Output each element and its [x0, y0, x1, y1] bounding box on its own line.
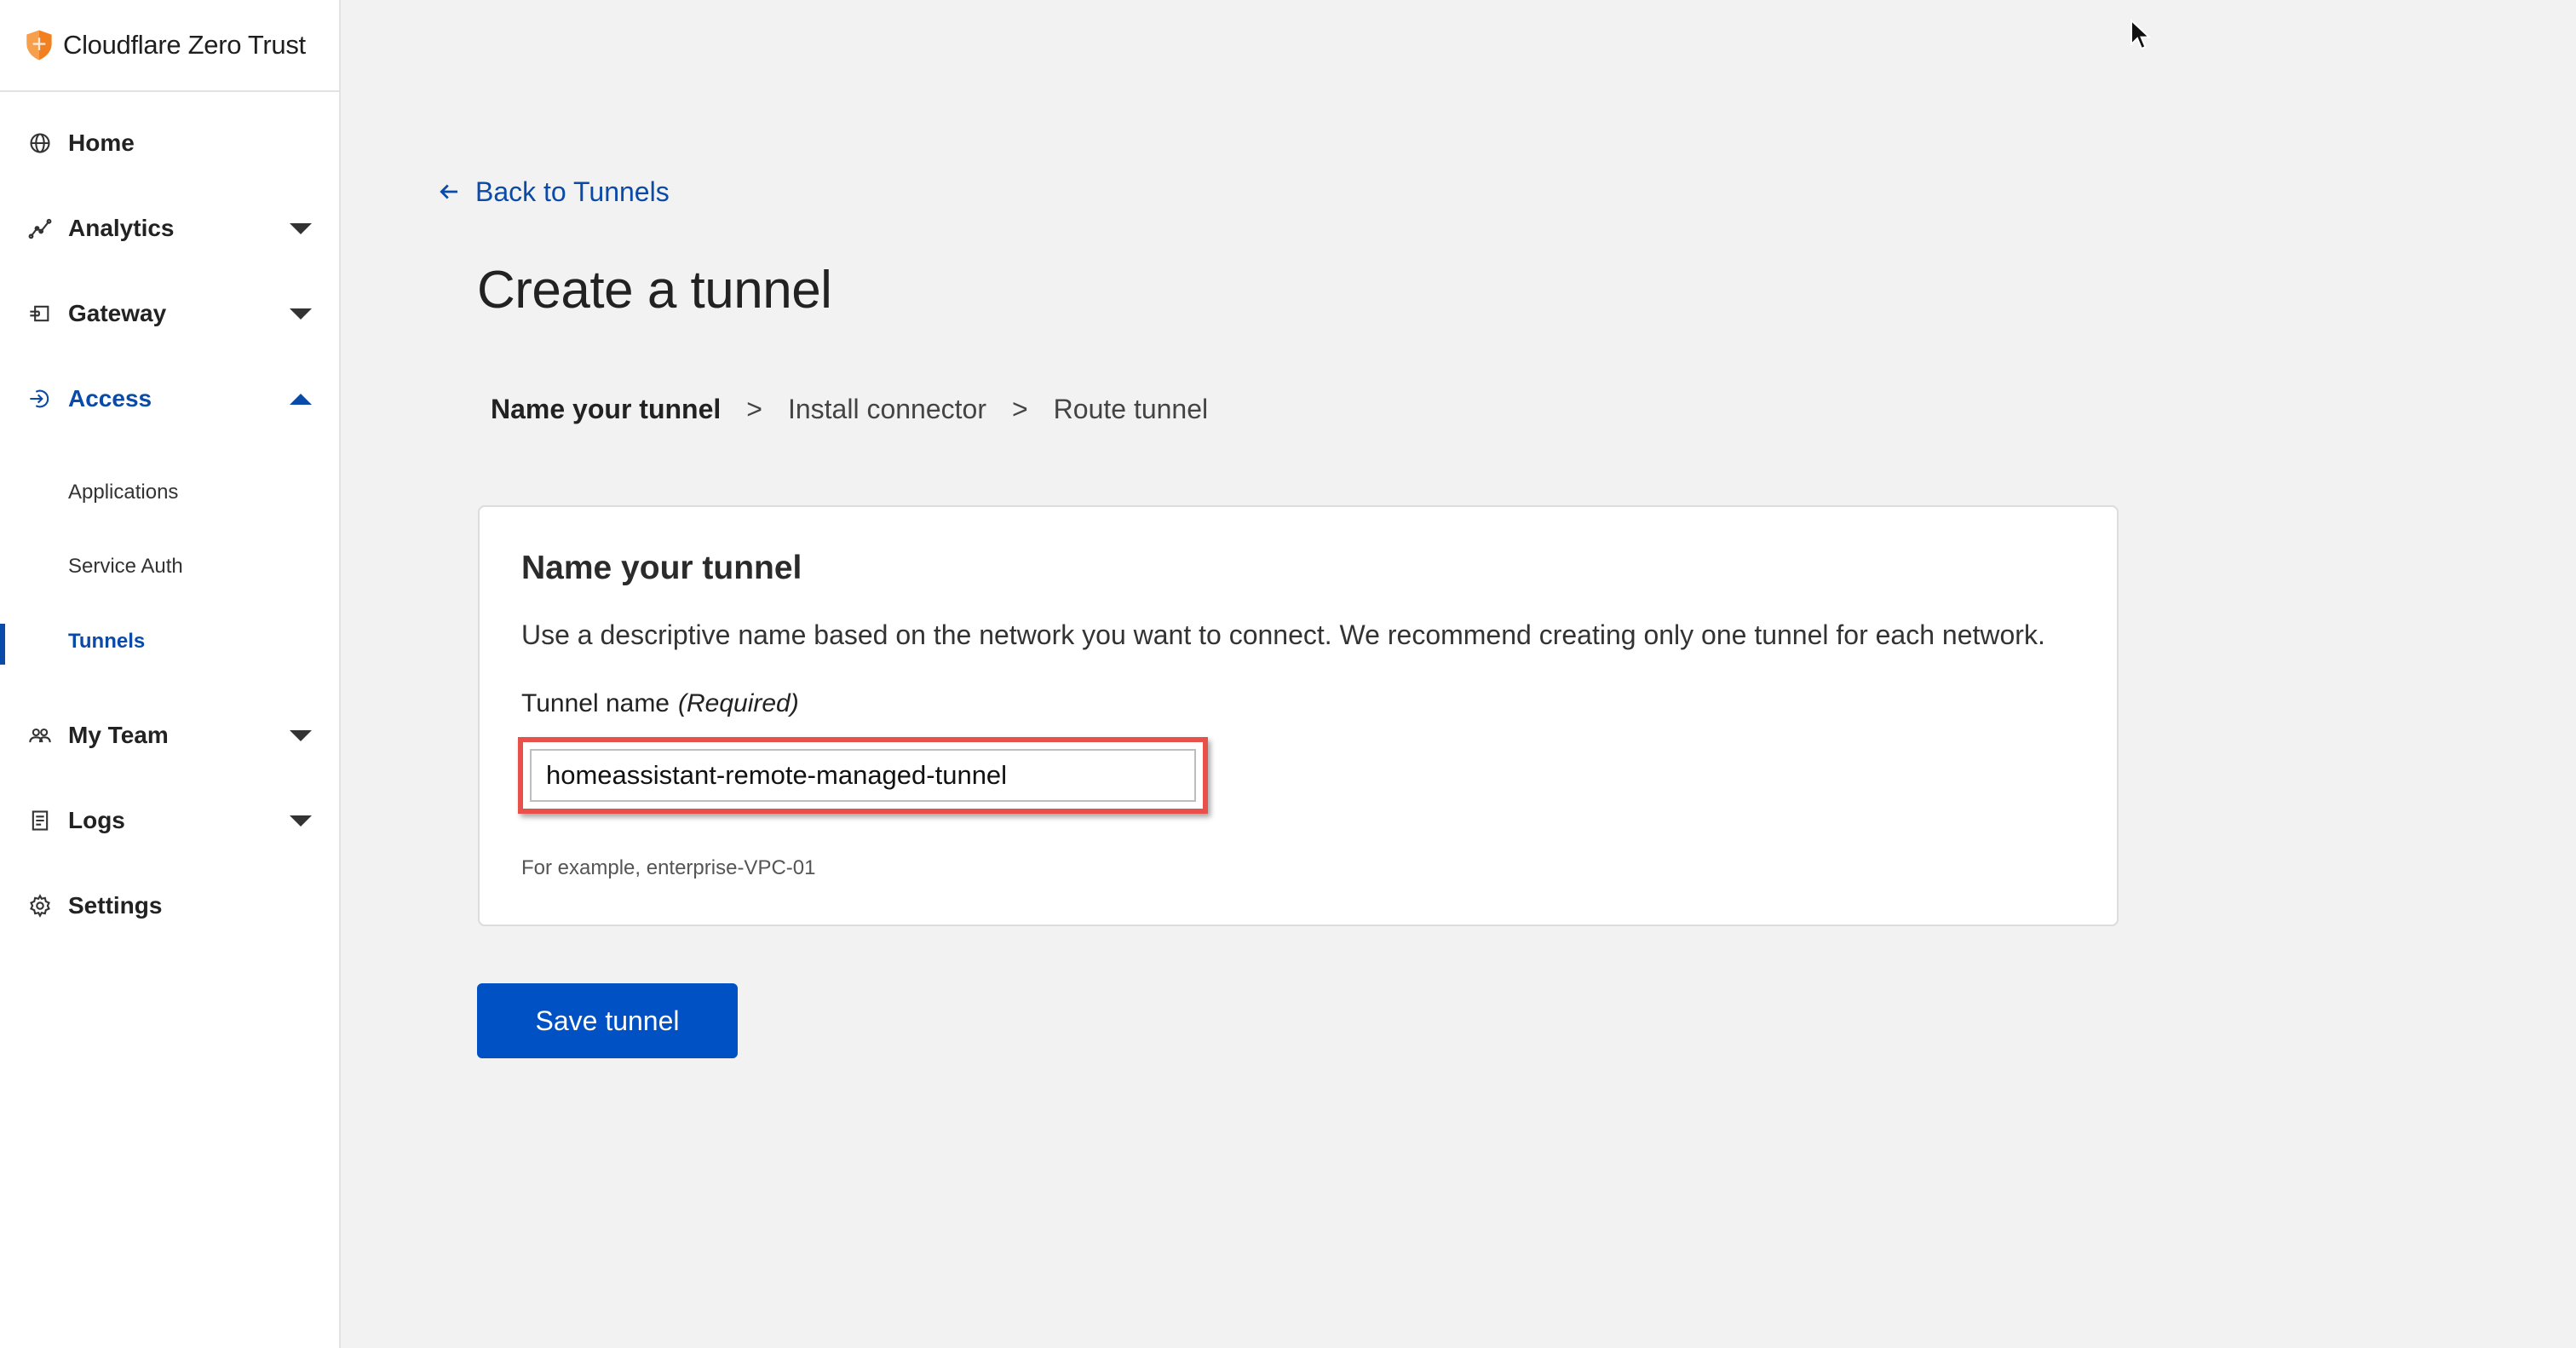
sidebar-item-gateway[interactable]: Gateway	[0, 279, 339, 348]
card-title: Name your tunnel	[521, 550, 802, 586]
sidebar-item-label: Access	[68, 385, 152, 412]
app-title: Cloudflare Zero Trust	[63, 30, 306, 60]
step-name-your-tunnel: Name your tunnel	[491, 394, 722, 424]
users-icon	[27, 723, 53, 748]
cloudflare-shield-logo-icon	[26, 30, 52, 60]
back-to-tunnels-link[interactable]: Back to Tunnels	[436, 170, 670, 213]
sidebar-subitem-service-auth[interactable]: Service Auth	[0, 537, 339, 596]
step-indicator: Name your tunnel > Install connector > R…	[491, 394, 1208, 425]
sidebar-subitem-applications[interactable]: Applications	[0, 463, 339, 522]
field-label-text: Tunnel name	[521, 689, 670, 717]
save-tunnel-button[interactable]: Save tunnel	[477, 983, 738, 1058]
sidebar-item-home[interactable]: Home	[0, 109, 339, 177]
sidebar-item-my-team[interactable]: My Team	[0, 701, 339, 769]
step-install-connector: Install connector	[787, 394, 986, 424]
tunnel-name-label: Tunnel name (Required)	[521, 689, 799, 718]
chevron-down-icon[interactable]	[290, 308, 312, 320]
sidebar-subitem-label: Tunnels	[68, 630, 146, 653]
sidebar-item-label: Analytics	[68, 215, 175, 241]
brand[interactable]: Cloudflare Zero Trust	[0, 0, 339, 92]
field-hint: For example, enterprise-VPC-01	[521, 856, 816, 879]
chart-line-icon	[27, 216, 53, 241]
chevron-up-icon[interactable]	[290, 393, 312, 405]
step-route-tunnel: Route tunnel	[1053, 394, 1209, 424]
mouse-cursor-icon	[2130, 19, 2152, 50]
name-tunnel-card: Name your tunnel Use a descriptive name …	[478, 505, 2119, 926]
gateway-icon	[27, 301, 53, 326]
required-marker: (Required)	[678, 689, 799, 717]
sidebar-item-logs[interactable]: Logs	[0, 786, 339, 855]
arrow-left-icon	[440, 184, 457, 199]
chevron-down-icon[interactable]	[290, 729, 312, 741]
sidebar-subitem-label: Service Auth	[68, 555, 183, 578]
input-highlight-annotation	[518, 737, 1208, 814]
sidebar-item-settings[interactable]: Settings	[0, 872, 339, 940]
page-title: Create a tunnel	[477, 261, 832, 320]
chevron-down-icon[interactable]	[290, 222, 312, 234]
sidebar-item-label: Home	[68, 130, 135, 156]
sidebar-item-label: Gateway	[68, 300, 167, 326]
sidebar: Cloudflare Zero Trust Home Analytics Gat…	[0, 0, 341, 1348]
sidebar-item-access[interactable]: Access	[0, 365, 339, 433]
tunnel-name-input[interactable]	[530, 749, 1196, 802]
step-separator: >	[746, 394, 762, 424]
step-separator: >	[1011, 394, 1028, 424]
access-icon	[27, 386, 53, 412]
sidebar-item-label: Logs	[68, 807, 125, 833]
sidebar-item-label: Settings	[68, 892, 163, 919]
chevron-down-icon[interactable]	[290, 815, 312, 827]
logs-icon	[27, 808, 53, 833]
sidebar-item-label: My Team	[68, 722, 169, 748]
gear-icon	[27, 893, 53, 919]
back-link-label: Back to Tunnels	[475, 176, 670, 207]
globe-icon	[27, 130, 53, 156]
sidebar-item-analytics[interactable]: Analytics	[0, 194, 339, 262]
sidebar-subitem-label: Applications	[68, 481, 179, 504]
sidebar-subitem-tunnels[interactable]: Tunnels	[0, 612, 339, 671]
card-description: Use a descriptive name based on the netw…	[521, 619, 2045, 650]
